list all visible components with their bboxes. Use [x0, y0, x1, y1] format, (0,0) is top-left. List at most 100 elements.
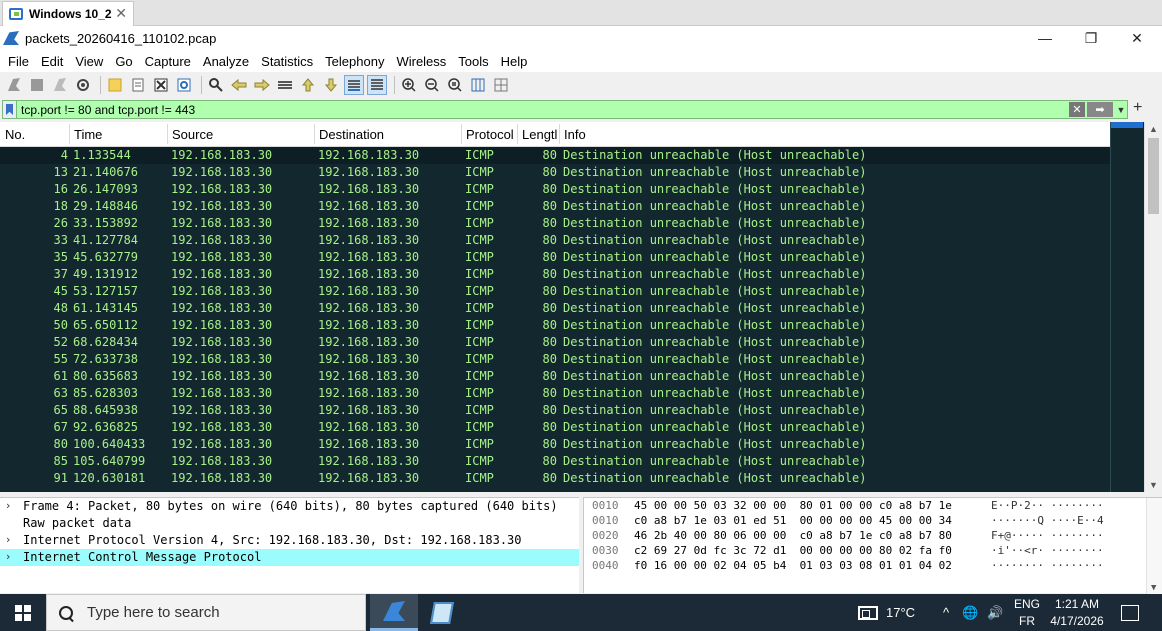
- apply-filter-icon[interactable]: ➡: [1087, 102, 1113, 117]
- capture-options-icon[interactable]: [73, 75, 93, 95]
- expand-chevron-icon[interactable]: ›: [6, 499, 10, 512]
- clock[interactable]: 1:21 AM 4/17/2026: [1046, 594, 1108, 631]
- display-filter-text[interactable]: tcp.port != 80 and tcp.port != 443: [17, 103, 1069, 117]
- colorize-icon[interactable]: [367, 75, 387, 95]
- zoom-out-icon[interactable]: [422, 75, 442, 95]
- last-packet-icon[interactable]: [321, 75, 341, 95]
- column-header-source[interactable]: Source: [172, 127, 213, 142]
- start-capture-icon[interactable]: [4, 75, 24, 95]
- open-file-icon[interactable]: [105, 75, 125, 95]
- tray-chevron[interactable]: ^: [943, 594, 949, 631]
- start-button[interactable]: [0, 594, 46, 631]
- scroll-down-icon[interactable]: ▼: [1149, 480, 1158, 490]
- packet-row[interactable]: 63 85.628303 192.168.183.30 192.168.183.30 I…: [0, 385, 1110, 402]
- add-filter-button-icon[interactable]: +: [1133, 99, 1142, 117]
- show-hidden-icons-icon[interactable]: ^: [943, 605, 949, 620]
- packet-row[interactable]: 55 72.633738 192.168.183.30 192.168.183.30 I…: [0, 351, 1110, 368]
- taskbar-search-box[interactable]: Type here to search: [46, 594, 366, 631]
- hex-dump-row[interactable]: 0010 45 00 00 50 03 32 00 00 80 01 00 00 …: [584, 498, 1162, 513]
- column-header-time[interactable]: Time: [74, 127, 102, 142]
- packet-row[interactable]: 85 105.640799 192.168.183.30 192.168.183.30…: [0, 453, 1110, 470]
- expand-chevron-icon[interactable]: ›: [6, 550, 10, 563]
- column-header-protocol[interactable]: Protocol: [466, 127, 514, 142]
- packet-minimap[interactable]: [1110, 122, 1144, 492]
- menu-help[interactable]: Help: [495, 54, 534, 69]
- packet-row[interactable]: 35 45.632779 192.168.183.30 192.168.183.30 I…: [0, 249, 1110, 266]
- packet-row[interactable]: 80 100.640433 192.168.183.30 192.168.183.30…: [0, 436, 1110, 453]
- network-icon[interactable]: 🌐: [962, 594, 978, 631]
- detail-tree-item[interactable]: › Frame 4: Packet, 80 bytes on wire (640 …: [0, 498, 579, 515]
- packet-row[interactable]: 18 29.148846 192.168.183.30 192.168.183.30 I…: [0, 198, 1110, 215]
- normal-size-icon[interactable]: [445, 75, 465, 95]
- scroll-up-icon[interactable]: ▲: [1149, 124, 1158, 134]
- scrollbar-thumb[interactable]: [1148, 138, 1159, 214]
- language-indicator[interactable]: ENG FR: [1014, 594, 1040, 631]
- menu-wireless[interactable]: Wireless: [390, 54, 452, 69]
- packet-row[interactable]: 45 53.127157 192.168.183.30 192.168.183.30 I…: [0, 283, 1110, 300]
- go-to-packet-icon[interactable]: [275, 75, 295, 95]
- save-file-icon[interactable]: [128, 75, 148, 95]
- menu-tools[interactable]: Tools: [452, 54, 494, 69]
- first-packet-icon[interactable]: [298, 75, 318, 95]
- packet-row[interactable]: 91 120.630181 192.168.183.30 192.168.183.30…: [0, 470, 1110, 487]
- weather-widget[interactable]: 17°C: [858, 594, 915, 631]
- hex-dump-row[interactable]: 0010 c0 a8 b7 1e 03 01 ed 51 00 00 00 00 …: [584, 513, 1162, 528]
- maximize-button[interactable]: ❐: [1068, 26, 1114, 50]
- packet-row[interactable]: 13 21.140676 192.168.183.30 192.168.183.30 I…: [0, 164, 1110, 181]
- packet-row[interactable]: 67 92.636825 192.168.183.30 192.168.183.30 I…: [0, 419, 1110, 436]
- packet-row[interactable]: 52 68.628434 192.168.183.30 192.168.183.30 I…: [0, 334, 1110, 351]
- filter-history-dropdown-icon[interactable]: ▼: [1115, 105, 1127, 115]
- restart-capture-icon[interactable]: [50, 75, 70, 95]
- notifications-button[interactable]: [1121, 594, 1139, 631]
- go-forward-icon[interactable]: [252, 75, 272, 95]
- packet-row[interactable]: 61 80.635683 192.168.183.30 192.168.183.30 I…: [0, 368, 1110, 385]
- autoscroll-icon[interactable]: [344, 75, 364, 95]
- column-header-info[interactable]: Info: [564, 127, 586, 142]
- column-header-length[interactable]: Lengtl: [522, 127, 557, 142]
- menu-capture[interactable]: Capture: [139, 54, 197, 69]
- packet-row[interactable]: 50 65.650112 192.168.183.30 192.168.183.30 I…: [0, 317, 1110, 334]
- menu-file[interactable]: File: [2, 54, 35, 69]
- resize-columns-icon[interactable]: [468, 75, 488, 95]
- menu-analyze[interactable]: Analyze: [197, 54, 255, 69]
- bytes-scrollbar[interactable]: ▼: [1146, 498, 1162, 594]
- menu-edit[interactable]: Edit: [35, 54, 69, 69]
- hex-dump-row[interactable]: 0020 46 2b 40 00 80 06 00 00 c0 a8 b7 1e …: [584, 528, 1162, 543]
- zoom-in-icon[interactable]: [399, 75, 419, 95]
- detail-tree-item[interactable]: › Internet Control Message Protocol: [0, 549, 579, 566]
- layout-icon[interactable]: [491, 75, 511, 95]
- hex-dump-row[interactable]: 0040 f0 16 00 00 02 04 05 b4 01 03 03 08 …: [584, 558, 1162, 573]
- go-back-icon[interactable]: [229, 75, 249, 95]
- column-header-destination[interactable]: Destination: [319, 127, 384, 142]
- hex-dump-row[interactable]: 0030 c2 69 27 0d fc 3c 72 d1 00 00 00 00 …: [584, 543, 1162, 558]
- packet-row[interactable]: 33 41.127784 192.168.183.30 192.168.183.30 I…: [0, 232, 1110, 249]
- detail-tree-item[interactable]: › Internet Protocol Version 4, Src: 192.1…: [0, 532, 579, 549]
- packet-row[interactable]: 48 61.143145 192.168.183.30 192.168.183.30 I…: [0, 300, 1110, 317]
- detail-tree-item[interactable]: Raw packet data: [0, 515, 579, 532]
- close-button[interactable]: ✕: [1114, 26, 1160, 50]
- reload-file-icon[interactable]: [174, 75, 194, 95]
- packet-row[interactable]: 26 33.153892 192.168.183.30 192.168.183.30 I…: [0, 215, 1110, 232]
- menu-statistics[interactable]: Statistics: [255, 54, 319, 69]
- volume-icon[interactable]: 🔊: [987, 594, 1003, 631]
- expand-chevron-icon[interactable]: ›: [6, 533, 10, 546]
- menu-view[interactable]: View: [69, 54, 109, 69]
- packet-row[interactable]: 4 1.133544 192.168.183.30 192.168.183.30 ICM…: [0, 147, 1110, 164]
- packet-row[interactable]: 16 26.147093 192.168.183.30 192.168.183.30 I…: [0, 181, 1110, 198]
- packet-row[interactable]: 37 49.131912 192.168.183.30 192.168.183.30 I…: [0, 266, 1110, 283]
- stop-capture-icon[interactable]: [27, 75, 47, 95]
- menu-telephony[interactable]: Telephony: [319, 54, 390, 69]
- find-packet-icon[interactable]: [206, 75, 226, 95]
- vm-tab[interactable]: Windows 10_2 ✕: [2, 1, 134, 26]
- display-filter-input[interactable]: tcp.port != 80 and tcp.port != 443 ✕ ➡ ▼: [2, 100, 1128, 119]
- clear-filter-icon[interactable]: ✕: [1069, 102, 1085, 117]
- taskbar-notepad[interactable]: [418, 594, 466, 631]
- packet-list-scrollbar[interactable]: ▲ ▼: [1144, 122, 1162, 492]
- close-file-icon[interactable]: [151, 75, 171, 95]
- minimize-button[interactable]: —: [1022, 26, 1068, 50]
- filter-bookmark-icon[interactable]: [3, 101, 17, 118]
- menu-go[interactable]: Go: [109, 54, 138, 69]
- vm-tab-close-icon[interactable]: ✕: [115, 5, 127, 22]
- column-header-no[interactable]: No.: [5, 127, 25, 142]
- packet-row[interactable]: 65 88.645938 192.168.183.30 192.168.183.30 I…: [0, 402, 1110, 419]
